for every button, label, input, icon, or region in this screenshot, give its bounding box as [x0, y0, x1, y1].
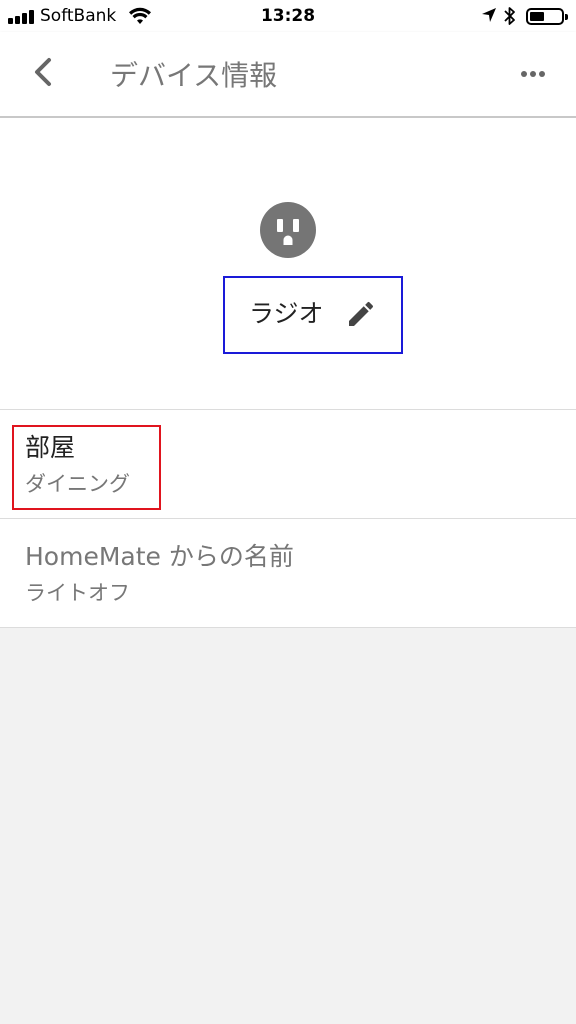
room-label: 部屋: [25, 433, 76, 462]
device-header: ラジオ: [0, 118, 576, 410]
device-name: ラジオ: [249, 299, 324, 328]
page-title: デバイス情報: [110, 59, 278, 92]
app-bar: デバイス情報: [0, 32, 576, 118]
status-bar: SoftBank 13:28: [0, 0, 576, 32]
homemate-name-label: HomeMate からの名前: [25, 542, 294, 571]
pencil-edit-icon[interactable]: [345, 298, 377, 330]
chevron-left-icon: [35, 58, 51, 86]
room-value: ダイニング: [25, 472, 130, 496]
homemate-name-row[interactable]: HomeMate からの名前 ライトオフ: [0, 519, 576, 628]
bluetooth-icon: [504, 7, 515, 25]
back-button[interactable]: [22, 50, 66, 94]
more-options-button[interactable]: [512, 52, 556, 96]
location-arrow-icon: [482, 8, 496, 22]
more-horizontal-icon: [521, 71, 545, 77]
homemate-name-value: ライトオフ: [25, 581, 130, 605]
power-outlet-icon: [260, 202, 316, 258]
device-name-editor[interactable]: ラジオ: [223, 276, 403, 354]
room-row[interactable]: 部屋 ダイニング: [0, 410, 576, 519]
battery-icon: [526, 8, 568, 25]
